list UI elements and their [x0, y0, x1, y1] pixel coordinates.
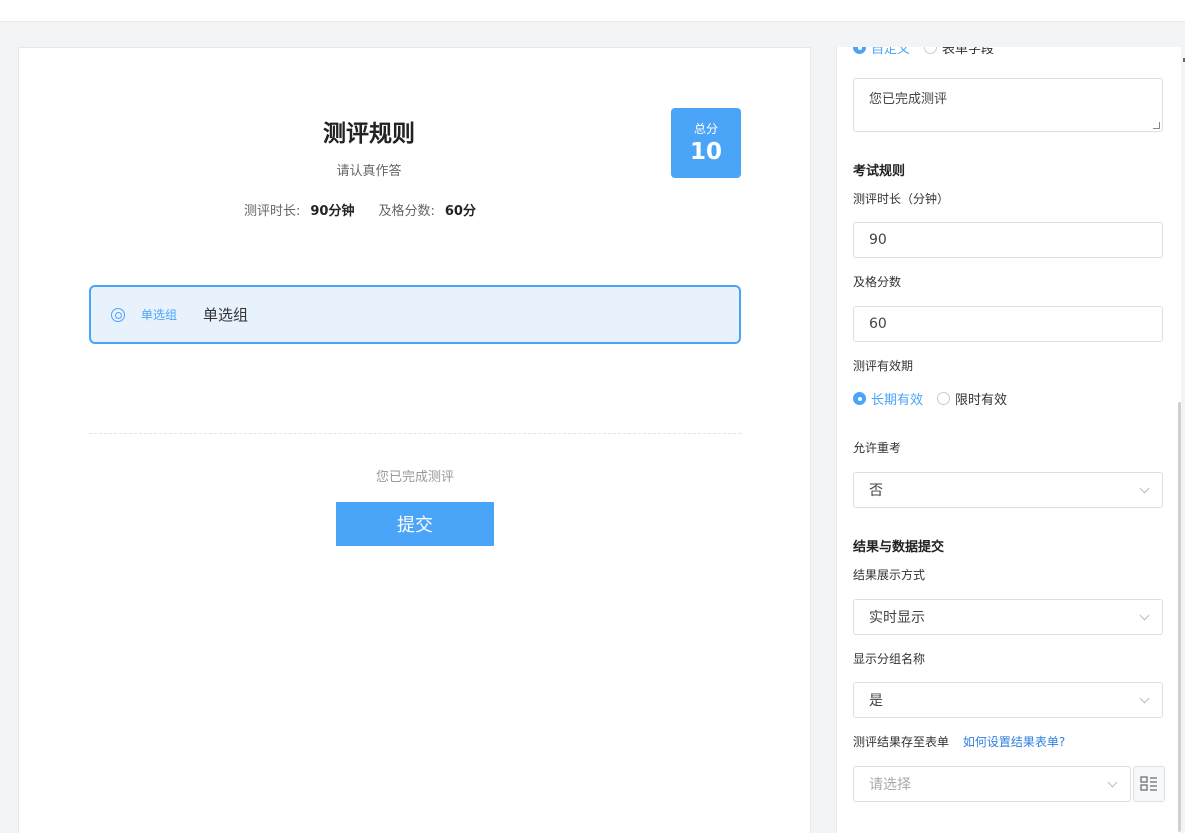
- validity-label: 测评有效期: [853, 359, 914, 373]
- retake-select[interactable]: 否: [853, 472, 1163, 508]
- top-bar: [0, 0, 1185, 22]
- radio-long-term[interactable]: [853, 392, 866, 405]
- show-group-label: 显示分组名称: [853, 652, 926, 666]
- save-form-row: 测评结果存至表单 如何设置结果表单?: [853, 733, 1065, 750]
- target-icon: [111, 307, 125, 322]
- save-form-placeholder: 请选择: [869, 777, 911, 793]
- question-group-single-choice[interactable]: 单选组 单选组: [89, 285, 741, 344]
- duration-value: 90分钟: [310, 204, 355, 219]
- save-form-select[interactable]: 请选择: [853, 766, 1131, 802]
- radio-long-term-label[interactable]: 长期有效: [871, 389, 923, 408]
- results-section-title: 结果与数据提交: [853, 540, 945, 555]
- radio-limited-time[interactable]: [937, 392, 951, 405]
- divider: [89, 433, 741, 434]
- completion-source-radio-group: 自定义 表单字段: [853, 47, 1008, 57]
- total-score-label: 总分: [693, 122, 718, 136]
- exam-rules-title: 考试规则: [853, 164, 906, 179]
- display-mode-label: 结果展示方式: [853, 568, 926, 582]
- radio-form-field[interactable]: [924, 47, 938, 54]
- pass-label: 及格分数:: [378, 204, 435, 219]
- group-name: 单选组: [203, 306, 249, 324]
- chevron-down-icon: [1139, 693, 1150, 703]
- duration-label: 测评时长:: [244, 204, 301, 219]
- radio-custom-label[interactable]: 自定义: [871, 47, 910, 57]
- retake-select-value: 否: [869, 483, 883, 499]
- pass-score-input[interactable]: 60: [853, 306, 1163, 342]
- assessment-preview: 测评规则 请认真作答 测评时长: 90分钟 及格分数: 60分 总分 10 单选…: [18, 47, 811, 833]
- retake-label: 允许重考: [853, 441, 902, 455]
- radio-custom[interactable]: [853, 47, 866, 54]
- submit-button[interactable]: 提交: [336, 502, 494, 546]
- show-group-value: 是: [869, 693, 883, 709]
- duration-field-label: 测评时长（分钟）: [853, 192, 950, 206]
- duration-input[interactable]: 90: [853, 222, 1163, 258]
- radio-form-field-label[interactable]: 表单字段: [942, 47, 994, 57]
- form-list-button[interactable]: [1133, 766, 1165, 802]
- pass-score-field-label: 及格分数: [853, 275, 902, 289]
- chevron-down-icon: [1139, 483, 1150, 493]
- show-group-select[interactable]: 是: [853, 682, 1163, 718]
- chevron-down-icon: [1139, 610, 1150, 620]
- completion-text: 您已完成测评: [375, 470, 454, 485]
- page-title: 测评规则: [323, 121, 415, 147]
- form-list-icon: [1140, 776, 1157, 791]
- save-form-label: 测评结果存至表单: [853, 735, 950, 749]
- save-form-help-link[interactable]: 如何设置结果表单?: [963, 735, 1065, 749]
- validity-radio-group: 长期有效 限时有效: [853, 389, 1021, 408]
- completion-text-area[interactable]: 您已完成测评: [853, 78, 1163, 132]
- total-score-value: 10: [689, 139, 722, 165]
- window-edge: [1181, 47, 1185, 833]
- total-score-badge: 总分 10: [671, 108, 741, 178]
- group-type-tag: 单选组: [141, 308, 178, 322]
- display-mode-select[interactable]: 实时显示: [853, 599, 1163, 635]
- display-mode-value: 实时显示: [869, 610, 925, 626]
- settings-panel: 自定义 表单字段 您已完成测评 考试规则 测评时长（分钟） 90 及格分数 60…: [836, 47, 1181, 833]
- save-form-row-controls: 请选择: [853, 766, 1165, 802]
- pass-value: 60分: [444, 204, 476, 219]
- radio-limited-time-label[interactable]: 限时有效: [955, 389, 1007, 408]
- exam-meta: 测评时长: 90分钟 及格分数: 60分: [244, 200, 494, 219]
- page-subtitle: 请认真作答: [336, 164, 402, 179]
- chevron-down-icon: [1107, 777, 1118, 787]
